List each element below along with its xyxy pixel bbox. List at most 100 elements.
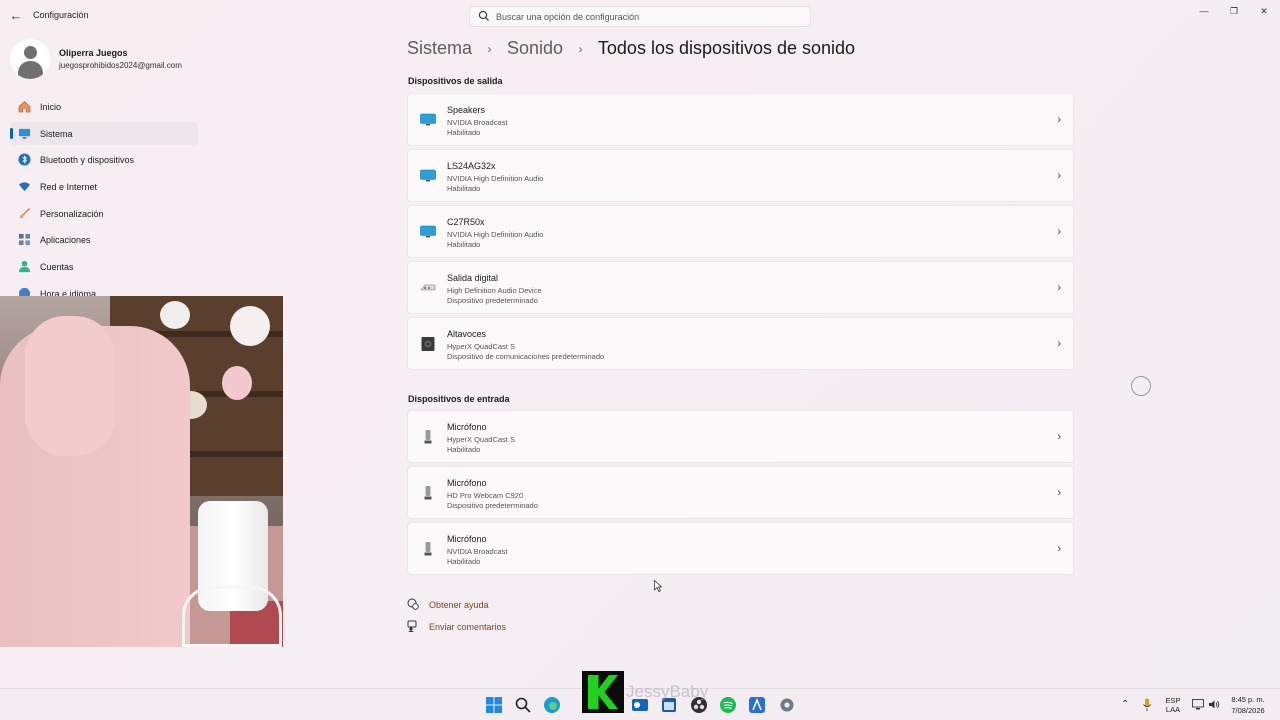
chevron-right-icon: › [1057, 338, 1061, 350]
search-icon [478, 10, 489, 21]
avatar [10, 39, 50, 79]
device-status: Dispositivo predeterminado [447, 296, 538, 305]
device-name: Speakers [447, 105, 486, 115]
speaker-icon [421, 337, 435, 351]
search-icon[interactable] [514, 696, 532, 714]
page-title: Todos los dispositivos de sonido [597, 38, 856, 58]
microphone-icon [424, 542, 432, 556]
chevron-right-icon: › [1057, 226, 1061, 238]
device-name: Micrófono [447, 478, 487, 488]
webcam-overlay [0, 296, 283, 647]
sidebar-item-inicio[interactable]: Inicio [10, 95, 198, 118]
chevron-right-icon: › [1057, 543, 1061, 555]
microphone-icon [424, 486, 432, 500]
output-device-salida-digital[interactable]: Salida digital High Definition Audio Dev… [407, 261, 1074, 314]
sidebar-item-label: Bluetooth y dispositivos [40, 155, 135, 166]
output-device-ls24ag32x[interactable]: LS24AG32x NVIDIA High Definition Audio H… [407, 149, 1074, 202]
chevron-right-icon: › [1057, 431, 1061, 443]
output-device-list: Speakers NVIDIA Broadcast Habilitado › L… [407, 93, 1074, 373]
breadcrumb: Sistema › Sonido › Todos los dispositivo… [407, 38, 855, 64]
chevron-up-icon[interactable]: ⌃ [1121, 699, 1129, 710]
breadcrumb-sonido[interactable]: Sonido [507, 38, 563, 59]
monitor-speaker-icon [420, 113, 436, 126]
device-name: Salida digital [447, 273, 499, 283]
sidebar-item-aplicaciones[interactable]: Aplicaciones [10, 228, 198, 251]
sidebar-item-cuentas[interactable]: Cuentas [10, 255, 198, 278]
loading-spinner-icon [1131, 376, 1151, 396]
device-status: Dispositivo de comunicaciones predetermi… [447, 352, 605, 361]
sidebar-item-label: Aplicaciones [40, 235, 91, 246]
device-subtitle: HyperX QuadCast S [447, 435, 515, 444]
monitor-icon [18, 128, 31, 139]
output-device-speakers[interactable]: Speakers NVIDIA Broadcast Habilitado › [407, 93, 1074, 146]
network-icon[interactable] [1192, 699, 1204, 710]
settings-icon[interactable] [778, 696, 796, 714]
bluetooth-icon [18, 153, 31, 166]
sidebar-item-label: Personalización [40, 208, 104, 219]
sidebar-item-red[interactable]: Red e Internet [10, 175, 198, 198]
user-profile[interactable]: Oliperra Juegos juegosprohibidos2024@gma… [10, 39, 210, 79]
device-subtitle: High Definition Audio Device [447, 286, 542, 295]
apps-icon [18, 234, 31, 246]
brush-icon [19, 207, 31, 218]
sidebar-item-bluetooth[interactable]: Bluetooth y dispositivos [10, 148, 198, 171]
microphone-icon [424, 430, 432, 444]
streamer-watermark: JessyBaby [626, 682, 709, 701]
sidebar-item-label: Inicio [40, 102, 62, 112]
windows-start-icon[interactable] [485, 696, 503, 714]
mic-tray-icon[interactable] [1142, 698, 1152, 712]
device-status: Habilitado [447, 184, 481, 193]
output-device-altavoces[interactable]: Altavoces HyperX QuadCast S Dispositivo … [407, 317, 1074, 370]
send-feedback-label: Enviar comentarios [429, 622, 507, 632]
device-status: Habilitado [447, 240, 481, 249]
maximize-icon[interactable]: ❐ [1220, 4, 1248, 18]
device-name: Micrófono [447, 422, 487, 432]
back-arrow-icon[interactable]: ← [8, 8, 24, 24]
feedback-icon [407, 620, 417, 632]
device-name: Micrófono [447, 534, 487, 544]
output-device-c27r50x[interactable]: C27R50x NVIDIA High Definition Audio Hab… [407, 205, 1074, 258]
edge-icon[interactable] [543, 696, 561, 714]
chevron-right-icon: › [578, 41, 583, 56]
clock-date: 7/08/2026 [1231, 706, 1265, 715]
spotify-icon[interactable] [719, 696, 737, 714]
help-chat-icon [407, 598, 419, 610]
input-device-webcam[interactable]: Micrófono HD Pro Webcam C920 Dispositivo… [407, 466, 1074, 519]
home-icon [18, 101, 31, 113]
sidebar-item-label: Cuentas [40, 262, 74, 273]
mouse-cursor-icon [654, 580, 662, 592]
device-subtitle: HyperX QuadCast S [447, 342, 515, 351]
language-indicator[interactable]: ESP LAA [1162, 696, 1184, 714]
language-code: ESP [1165, 696, 1181, 705]
volume-icon[interactable] [1208, 699, 1220, 710]
app-icon[interactable] [748, 696, 766, 714]
sidebar-item-sistema[interactable]: Sistema [10, 121, 198, 145]
app-title: Configuración [33, 10, 89, 20]
device-status: Dispositivo predeterminado [447, 501, 538, 510]
device-status: Habilitado [447, 128, 481, 137]
clock-time: 8:45 p. m. [1231, 695, 1265, 704]
account-icon [18, 261, 31, 273]
streamer-logo [582, 671, 624, 713]
input-device-list: Micrófono HyperX QuadCast S Habilitado ›… [407, 410, 1074, 578]
device-subtitle: NVIDIA High Definition Audio [447, 174, 544, 183]
device-name: LS24AG32x [447, 161, 496, 171]
chevron-right-icon: › [1057, 282, 1061, 294]
device-subtitle: NVIDIA Broadcast [447, 118, 508, 127]
wifi-icon [18, 182, 31, 192]
close-icon[interactable]: ✕ [1250, 4, 1278, 18]
breadcrumb-sistema[interactable]: Sistema [407, 38, 472, 59]
search-input[interactable] [496, 9, 796, 24]
device-subtitle: HD Pro Webcam C920 [447, 491, 524, 500]
digital-output-icon [420, 284, 436, 291]
get-help-label: Obtener ayuda [429, 600, 489, 610]
sidebar-item-personalizacion[interactable]: Personalización [10, 202, 198, 225]
input-device-nvidia-broadcast[interactable]: Micrófono NVIDIA Broadcast Habilitado › [407, 522, 1074, 575]
search-box[interactable] [469, 6, 811, 27]
clock[interactable]: 8:45 p. m. 7/08/2026 [1226, 695, 1270, 715]
title-bar: ← Configuración — ❐ ✕ [0, 0, 1280, 32]
device-subtitle: NVIDIA Broadcast [447, 547, 508, 556]
minimize-icon[interactable]: — [1190, 4, 1218, 18]
input-device-quadcast[interactable]: Micrófono HyperX QuadCast S Habilitado › [407, 410, 1074, 463]
input-section-title: Dispositivos de entrada [408, 394, 510, 404]
